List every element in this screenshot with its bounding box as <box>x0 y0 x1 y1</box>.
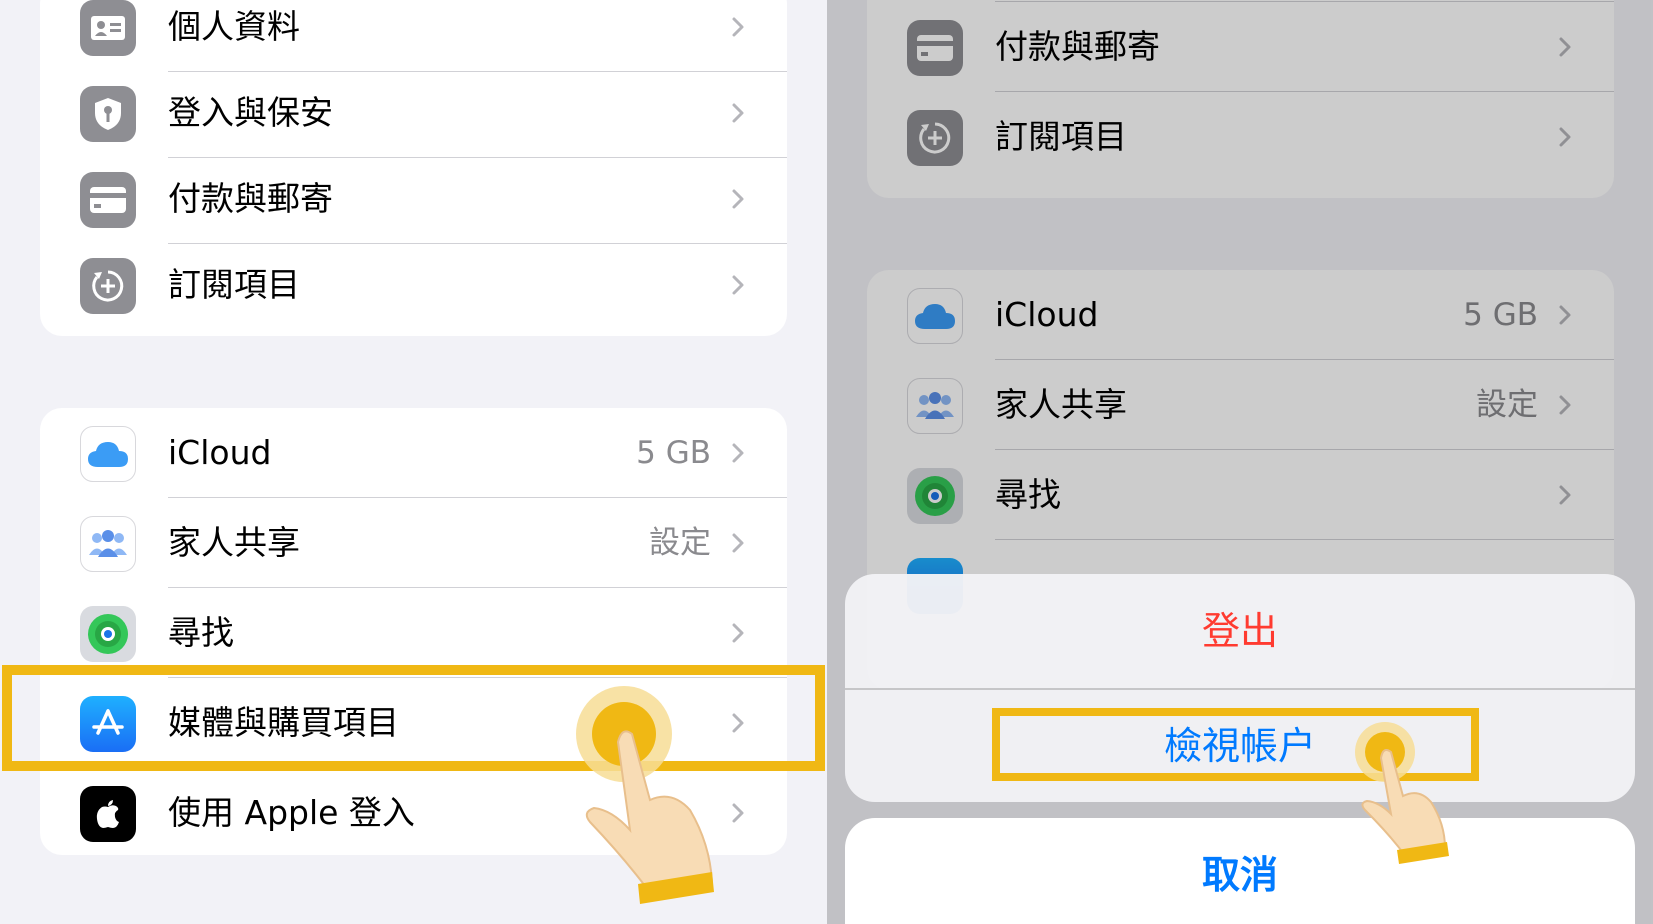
row-label: 使用 Apple 登入 <box>168 793 415 832</box>
row-label: iCloud <box>168 433 272 472</box>
chevron-right-icon <box>732 443 744 463</box>
chevron-right-icon <box>732 275 744 295</box>
tapping-hand-icon <box>576 686 714 904</box>
right-settings-panel: 付款與郵寄 訂閱項目 iCloud 5 GB 家人共享 設定 尋找 登出 檢視帳… <box>827 0 1653 924</box>
find-my-icon <box>80 606 136 662</box>
apple-icon <box>80 786 136 842</box>
row-value: 5 GB <box>636 435 711 471</box>
settings-row-icloud[interactable]: iCloud 5 GB <box>40 408 787 498</box>
subscription-icon <box>80 258 136 314</box>
chevron-right-icon <box>732 103 744 123</box>
settings-row-subscriptions[interactable]: 訂閱項目 <box>40 240 787 330</box>
left-settings-panel: 個人資料 登入與保安 付款與郵寄 訂閱項目 iCloud 5 GB 家人共享 設… <box>0 0 827 924</box>
account-settings-group: 個人資料 登入與保安 付款與郵寄 訂閱項目 <box>40 0 787 336</box>
chevron-right-icon <box>732 189 744 209</box>
shield-key-icon <box>80 86 136 142</box>
chevron-right-icon <box>732 533 744 553</box>
cancel-button[interactable]: 取消 <box>845 818 1635 924</box>
id-card-icon <box>80 0 136 56</box>
chevron-right-icon <box>732 623 744 643</box>
row-label: 家人共享 <box>168 523 300 562</box>
tapping-hand-icon <box>1355 722 1449 864</box>
settings-row-family-sharing[interactable]: 家人共享 設定 <box>40 498 787 588</box>
credit-card-icon <box>80 172 136 228</box>
row-label: 個人資料 <box>168 7 300 46</box>
settings-row-payment-shipping[interactable]: 付款與郵寄 <box>40 154 787 244</box>
icloud-icon <box>80 426 136 482</box>
settings-row-sign-in-security[interactable]: 登入與保安 <box>40 68 787 158</box>
row-label: 付款與郵寄 <box>168 179 333 218</box>
settings-row-personal-info[interactable]: 個人資料 <box>40 0 787 72</box>
chevron-right-icon <box>732 17 744 37</box>
row-label: 登入與保安 <box>168 93 333 132</box>
sign-out-button[interactable]: 登出 <box>845 574 1635 688</box>
row-label: 訂閱項目 <box>168 265 300 304</box>
family-icon <box>80 516 136 572</box>
row-value: 設定 <box>649 525 711 561</box>
cancel-sheet: 取消 <box>845 818 1635 924</box>
